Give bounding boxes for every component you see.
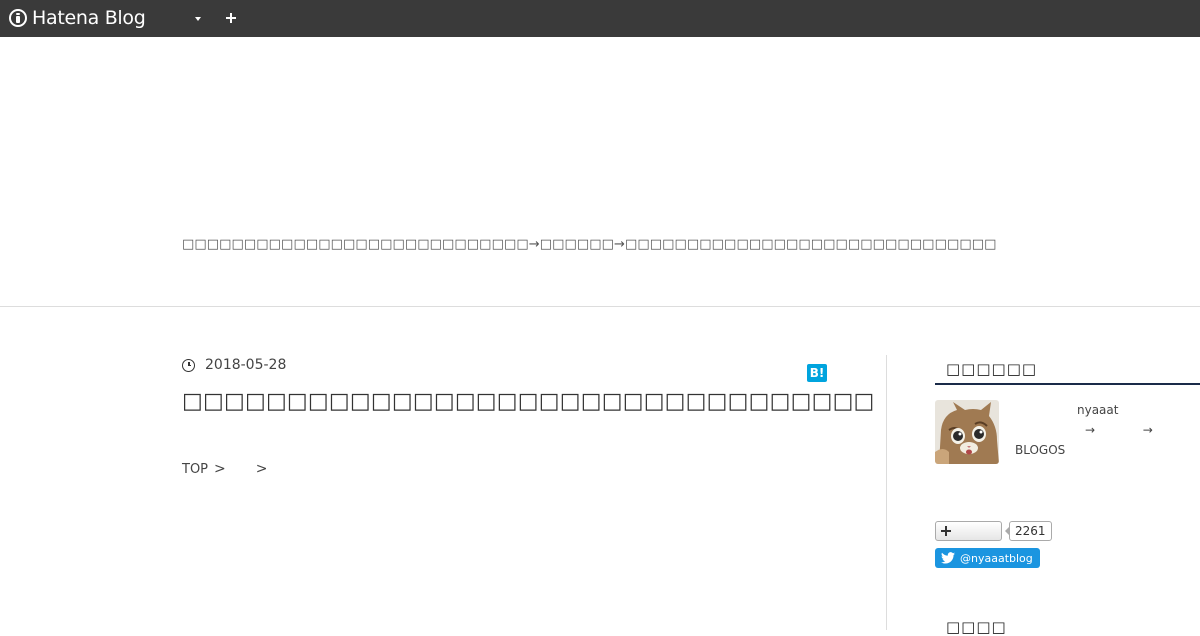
profile-arrow: → <box>1142 423 1153 437</box>
entry-date-link[interactable]: 2018-05-28 <box>205 357 286 373</box>
blog-header: □□□□□□□□□□□□□□□□□□□□□□□□□□□□→□□□□□□→□□□□… <box>0 37 1200 307</box>
sidebar-profile-header: □□□□□□ <box>935 355 1200 385</box>
hatena-blog-logo-text: Hatena Blog <box>32 7 146 29</box>
breadcrumb-separator: > <box>214 461 226 477</box>
profile-arrow: → <box>1085 423 1096 437</box>
clock-icon <box>182 358 195 372</box>
twitter-bird-icon <box>941 552 955 564</box>
twitter-follow-button[interactable]: @nyaaatblog <box>935 548 1040 568</box>
blog-description: □□□□□□□□□□□□□□□□□□□□□□□□□□□□→□□□□□□→□□□□… <box>182 237 997 252</box>
hatena-blog-logo[interactable]: Hatena Blog <box>9 7 146 29</box>
profile-description-blogos: BLOGOS <box>1015 443 1066 457</box>
global-header: Hatena Blog <box>0 0 1200 37</box>
entry-title[interactable]: □□□□□□□□□□□□□□□□□□□□□□□□□□□□□□□□□ <box>182 389 874 414</box>
twitter-handle: @nyaaatblog <box>960 551 1033 565</box>
cat-avatar-icon <box>935 400 999 464</box>
hatena-bookmark-button[interactable]: B! <box>807 364 827 382</box>
subscribe-button[interactable] <box>935 521 1002 541</box>
breadcrumb-separator: > <box>255 461 268 477</box>
profile-description-line: → → <box>1085 423 1153 437</box>
breadcrumb: TOP > > <box>182 461 275 477</box>
sidebar-profile-title: □□□□□□ <box>946 360 1038 378</box>
subscribe-row: 2261 <box>935 521 1052 541</box>
breadcrumb-top-link[interactable]: TOP <box>182 462 208 477</box>
content-divider <box>886 355 887 630</box>
subscriber-count: 2261 <box>1005 521 1052 541</box>
hatena-logo-icon <box>9 9 27 27</box>
sidebar-next-section-title: □□□□ <box>946 618 1007 636</box>
profile-name[interactable]: nyaaat <box>1077 403 1118 417</box>
profile-avatar[interactable] <box>935 400 999 464</box>
entry-date: 2018-05-28 <box>182 355 286 375</box>
menu-dropdown-icon[interactable] <box>190 12 206 26</box>
new-entry-plus-icon[interactable] <box>222 9 240 27</box>
